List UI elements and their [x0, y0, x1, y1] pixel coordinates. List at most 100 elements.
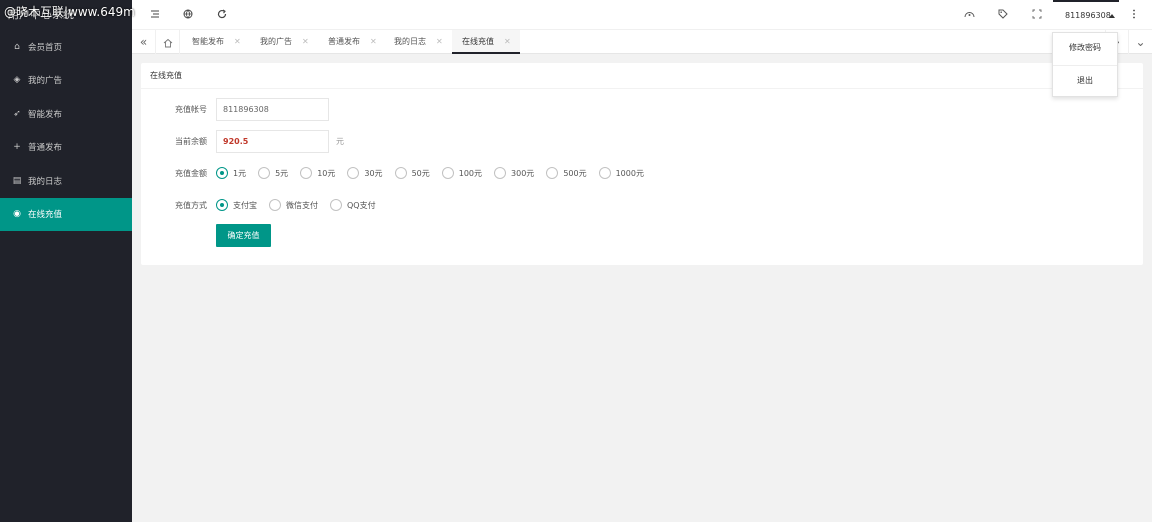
tab-label: 智能发布	[192, 37, 224, 46]
amount-radio[interactable]: 50元	[394, 167, 430, 179]
radio-unchecked-icon[interactable]	[347, 167, 360, 179]
globe-icon[interactable]	[183, 9, 193, 22]
home-tab-icon[interactable]	[156, 30, 180, 54]
confirm-recharge-button[interactable]: 确定充值	[216, 224, 271, 247]
amount-radio-label: 10元	[317, 168, 336, 178]
close-icon[interactable]: ✕	[370, 37, 377, 46]
amount-radio-label: 5元	[275, 168, 289, 178]
payment-method-radio[interactable]: 微信支付	[269, 199, 318, 211]
amount-radio-label: 300元	[511, 168, 535, 178]
tab-online-recharge[interactable]: 在线充值 ✕	[452, 30, 520, 54]
balance-label: 当前余额	[175, 136, 207, 146]
tab-label: 普通发布	[328, 37, 360, 46]
more-vertical-icon[interactable]	[1132, 9, 1136, 22]
tab-normal-publish[interactable]: 普通发布 ✕	[318, 30, 377, 54]
close-icon[interactable]: ✕	[436, 37, 443, 46]
radio-unchecked-icon[interactable]	[269, 199, 281, 211]
amount-radio-label: 30元	[364, 168, 383, 178]
payment-method-radio[interactable]: 支付宝	[216, 199, 257, 211]
sidebar-item-online-recharge[interactable]: ◉ 在线充值	[0, 197, 132, 231]
sidebar-item-my-ads[interactable]: ◈ 我的广告	[0, 64, 132, 98]
close-icon[interactable]: ✕	[302, 37, 309, 46]
balance-unit: 元	[336, 136, 344, 146]
radio-unchecked-icon[interactable]	[494, 167, 507, 179]
log-icon: ▤	[12, 175, 22, 186]
payment-method-radio[interactable]: QQ支付	[330, 199, 376, 211]
card-title: 在线充值	[141, 63, 1143, 89]
amount-radio-label: 50元	[411, 168, 430, 178]
tab-label: 我的日志	[394, 37, 426, 46]
amount-radio[interactable]: 300元	[494, 167, 534, 179]
refresh-icon[interactable]	[217, 9, 227, 22]
amount-radio[interactable]: 100元	[441, 167, 483, 179]
tabs-scroll-left-icon[interactable]: «	[132, 30, 156, 54]
plus-icon: +	[13, 142, 21, 153]
sidebar-item-label: 会员首页	[28, 42, 63, 53]
close-icon[interactable]: ✕	[234, 37, 241, 46]
fullscreen-icon[interactable]	[1032, 9, 1042, 22]
amount-radio-label: 100元	[458, 168, 483, 178]
chevron-down-icon[interactable]: ⌄	[1128, 30, 1152, 54]
payment-method-radio-label: QQ支付	[347, 200, 376, 210]
radio-unchecked-icon[interactable]	[394, 167, 407, 179]
sidebar-item-label: 我的广告	[28, 76, 63, 87]
tab-label: 我的广告	[260, 37, 292, 46]
sidebar-item-my-log[interactable]: ▤ 我的日志	[0, 164, 132, 198]
amount-radio-label: 500元	[563, 168, 587, 178]
caret-up-icon	[1109, 14, 1115, 18]
send-icon: ➶	[13, 108, 21, 119]
amount-radio[interactable]: 5元	[258, 167, 288, 179]
tab-smart-publish[interactable]: 智能发布 ✕	[182, 30, 241, 54]
menu-toggle-icon[interactable]	[150, 9, 160, 22]
sidebar-item-member-home[interactable]: ⌂ 会员首页	[0, 30, 132, 64]
account-input[interactable]	[216, 97, 329, 121]
radio-unchecked-icon[interactable]	[546, 167, 559, 179]
amount-radio[interactable]: 1元	[216, 167, 246, 179]
payment-method-radio-label: 微信支付	[286, 200, 318, 210]
sidebar-item-label: 我的日志	[28, 176, 63, 187]
watermark: @晓木互联|www.649m	[4, 5, 135, 19]
amount-radio-label: 1000元	[615, 168, 644, 178]
radio-unchecked-icon[interactable]	[330, 199, 342, 211]
diamond-icon: ◈	[13, 75, 21, 86]
payment-method-radio-label: 支付宝	[233, 200, 257, 210]
method-row: 充值方式 支付宝 微信支付 QQ支付	[141, 193, 388, 217]
tab-my-ads[interactable]: 我的广告 ✕	[250, 30, 309, 54]
tag-icon[interactable]	[998, 9, 1008, 22]
sidebar-item-label: 普通发布	[28, 143, 63, 154]
tab-label: 在线充值	[462, 37, 494, 46]
close-icon[interactable]: ✕	[504, 37, 511, 46]
sidebar: 用户中心系统 ⌂ 会员首页 ◈ 我的广告 ➶ 智能发布 + 普通发布 ▤ 我的日…	[0, 0, 132, 522]
radio-checked-icon[interactable]	[216, 199, 228, 211]
amount-radio[interactable]: 500元	[546, 167, 587, 179]
amount-radio[interactable]: 10元	[300, 167, 335, 179]
logout-menu-item[interactable]: 退出	[1053, 66, 1117, 98]
recharge-card: 在线充值 充值帐号 当前余额 元 充值金额 1元 5元 10元 30元 50元 100元 3…	[141, 63, 1143, 265]
theme-icon[interactable]	[964, 9, 975, 22]
radio-checked-icon[interactable]	[216, 167, 228, 179]
radio-unchecked-icon[interactable]	[300, 167, 313, 179]
tab-my-log[interactable]: 我的日志 ✕	[384, 30, 443, 54]
change-password-menu-item[interactable]: 修改密码	[1053, 33, 1117, 65]
username: 811896308	[1065, 11, 1111, 20]
amount-row: 充值金额 1元 5元 10元 30元 50元 100元 300元 500元 1000元	[141, 161, 656, 185]
amount-radio[interactable]: 1000元	[598, 167, 644, 179]
sidebar-item-label: 智能发布	[28, 109, 63, 120]
radio-unchecked-icon[interactable]	[598, 167, 611, 179]
method-radio-group: 支付宝 微信支付 QQ支付	[216, 199, 388, 211]
user-dropdown: 修改密码 退出	[1052, 32, 1118, 97]
sidebar-menu: ⌂ 会员首页 ◈ 我的广告 ➶ 智能发布 + 普通发布 ▤ 我的日志 ◉ 在线充…	[0, 30, 132, 231]
radio-unchecked-icon[interactable]	[441, 167, 454, 179]
sidebar-item-smart-publish[interactable]: ➶ 智能发布	[0, 97, 132, 131]
sidebar-item-label: 在线充值	[28, 210, 63, 221]
top-header: 811896308	[132, 0, 1152, 30]
balance-field[interactable]	[216, 129, 329, 153]
tab-bar: « 智能发布✕ 我的广告✕ 普通发布✕ 我的日志✕ 在线充值✕ › ⌄	[132, 30, 1152, 54]
sidebar-item-normal-publish[interactable]: + 普通发布	[0, 131, 132, 165]
balance-row: 当前余额 元	[141, 129, 344, 153]
amount-radio-group: 1元 5元 10元 30元 50元 100元 300元 500元 1000元	[216, 167, 656, 179]
radio-unchecked-icon[interactable]	[258, 167, 271, 179]
recharge-icon: ◉	[13, 209, 21, 220]
user-menu[interactable]: 811896308	[1053, 0, 1119, 30]
amount-radio[interactable]: 30元	[347, 167, 383, 179]
